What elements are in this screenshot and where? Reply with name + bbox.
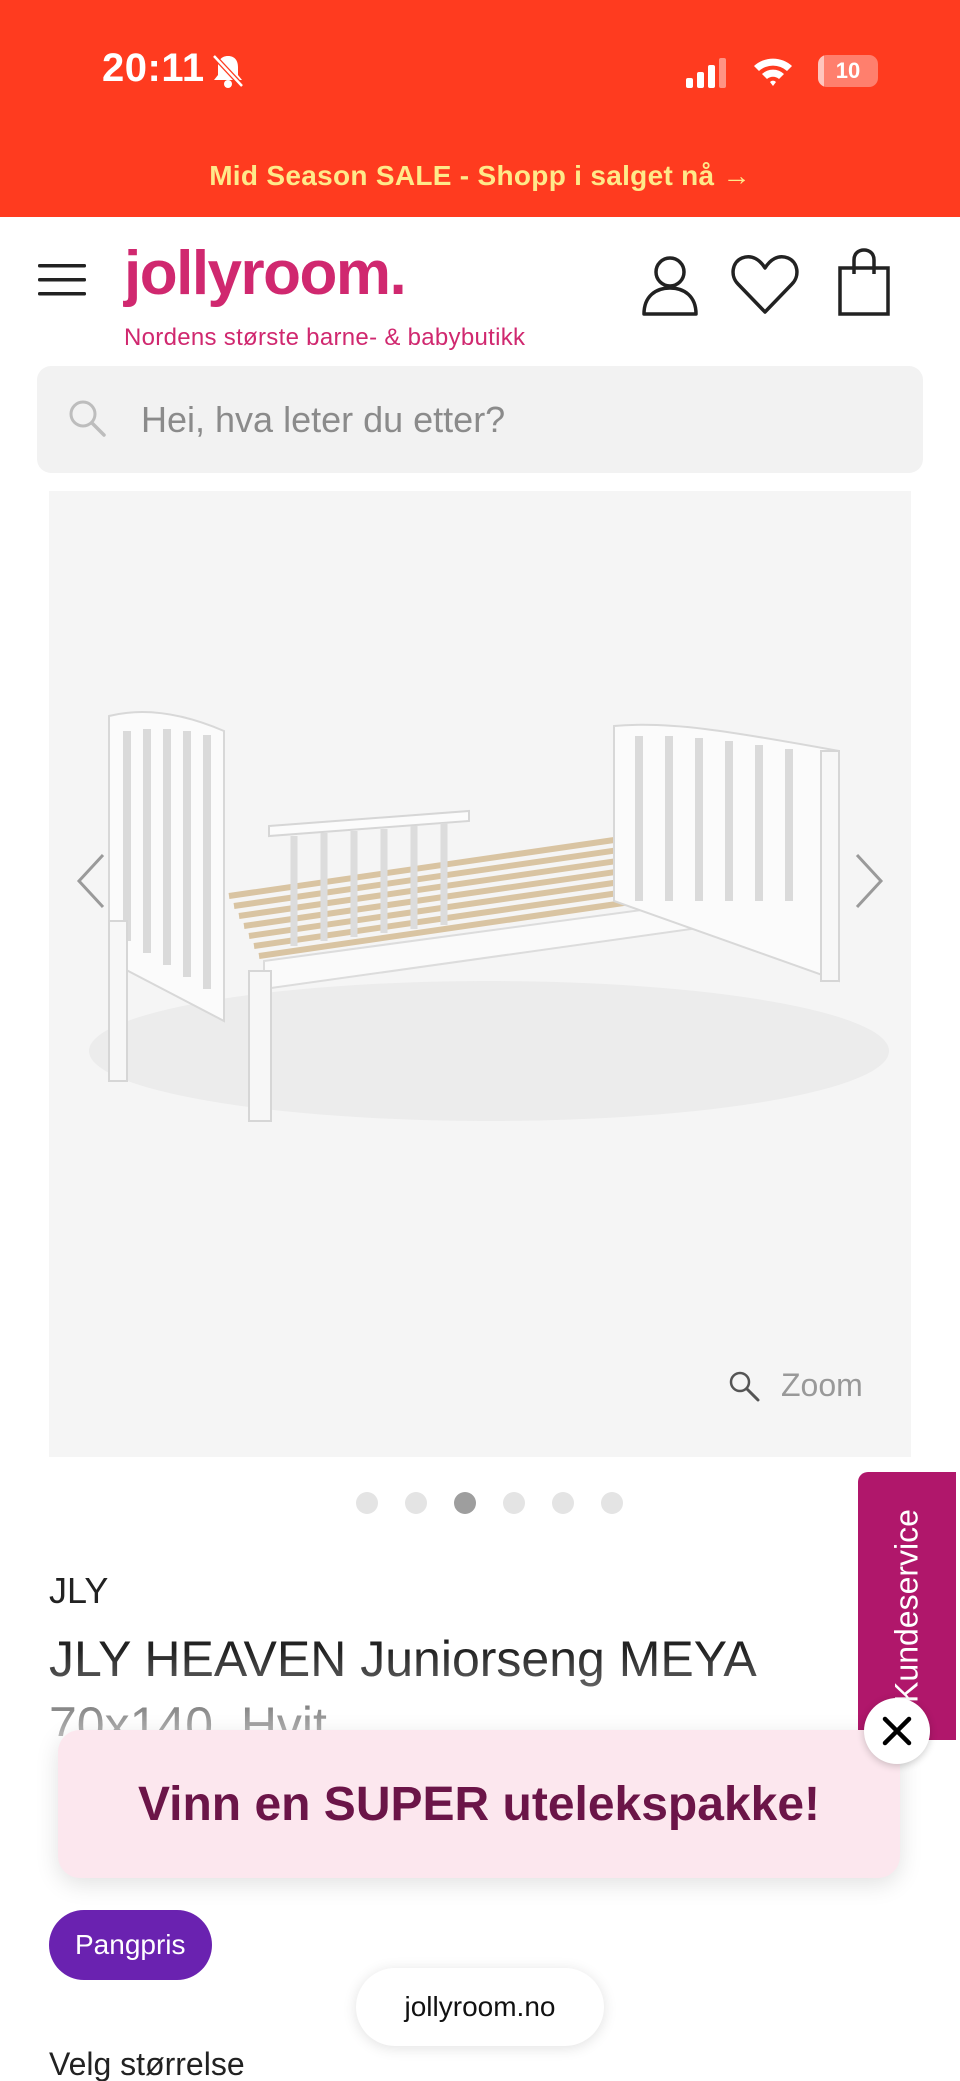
product-image-bed <box>89 710 889 1122</box>
customer-service-label: Kundeservice <box>888 1509 925 1703</box>
jollyroom-logo[interactable]: jollyroom. <box>124 238 407 309</box>
hamburger-menu-icon[interactable] <box>38 262 86 298</box>
shopping-bag-icon[interactable] <box>836 248 892 318</box>
search-input[interactable] <box>141 366 901 473</box>
promo-popup-text: Vinn en SUPER utelekspakke! <box>137 1777 821 1831</box>
browser-url-bar[interactable]: jollyroom.no <box>356 1968 604 2046</box>
promo-banner-link[interactable]: Mid Season SALE - Shopp i salget nå → <box>0 160 960 192</box>
gallery-prev-arrow-icon[interactable] <box>71 851 111 911</box>
wifi-icon <box>754 58 792 86</box>
cellular-signal-icon <box>686 58 726 88</box>
gallery-dot-2[interactable] <box>405 1492 427 1514</box>
gallery-next-arrow-icon[interactable] <box>849 851 889 911</box>
gallery-dot-6[interactable] <box>601 1492 623 1514</box>
gallery-dot-3[interactable] <box>454 1492 476 1514</box>
status-bar: 20:11 10 Mid Season SALE - Shopp i salge… <box>0 0 960 217</box>
product-brand[interactable]: JLY <box>49 1570 108 1612</box>
promo-popup[interactable]: Vinn en SUPER utelekspakke! <box>58 1730 900 1878</box>
search-icon <box>69 400 106 437</box>
zoom-magnifier-icon <box>729 1371 760 1401</box>
close-icon <box>882 1716 912 1746</box>
gallery-pagination <box>356 1492 650 1514</box>
product-image-gallery[interactable]: Zoom <box>49 491 911 1457</box>
search-bar[interactable] <box>37 366 923 473</box>
gallery-dot-5[interactable] <box>552 1492 574 1514</box>
user-account-icon[interactable] <box>640 252 700 316</box>
gallery-dot-4[interactable] <box>503 1492 525 1514</box>
zoom-label: Zoom <box>781 1367 863 1403</box>
battery-percentage: 10 <box>835 58 861 83</box>
pangpris-badge: Pangpris <box>49 1910 212 1980</box>
select-size-label: Velg størrelse <box>49 2046 245 2081</box>
logo-tagline: Nordens største barne- & babybutikk <box>124 324 526 351</box>
popup-close-button[interactable] <box>864 1698 930 1764</box>
wishlist-heart-icon[interactable] <box>730 252 800 316</box>
battery-indicator: 10 <box>818 55 878 87</box>
bell-muted-icon <box>212 54 244 88</box>
status-time: 20:11 <box>102 46 205 90</box>
gallery-dot-1[interactable] <box>356 1492 378 1514</box>
zoom-button[interactable]: Zoom <box>727 1367 863 1404</box>
